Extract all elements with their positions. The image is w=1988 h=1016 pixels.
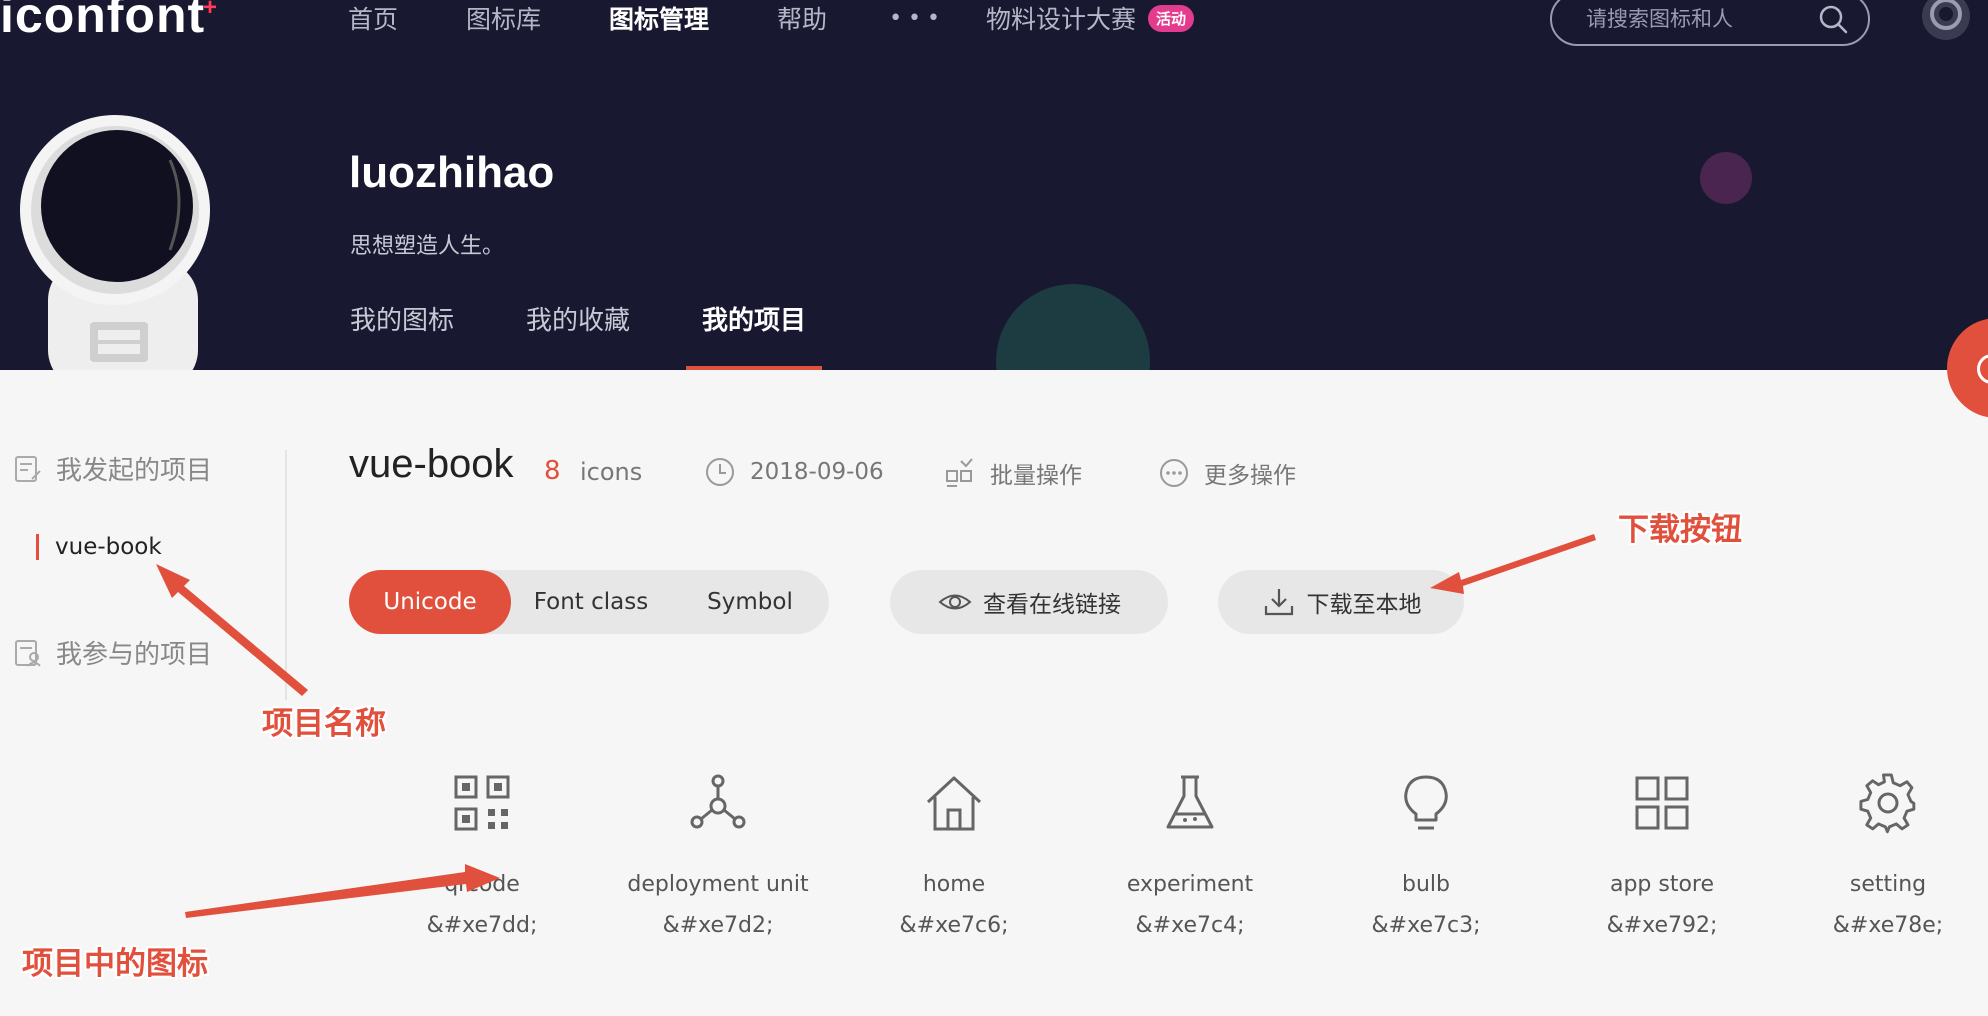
mode-font-class-button[interactable]: Font class (511, 570, 671, 634)
profile-motto: 思想塑造人生。 (350, 234, 505, 259)
nav-icon-library[interactable]: 图标库 (466, 0, 541, 36)
icon-card-bulb[interactable]: bulb &#xe7c3; (1326, 772, 1526, 938)
icon-name: setting (1849, 872, 1927, 897)
sidebar-divider (285, 450, 287, 700)
tab-my-favorites[interactable]: 我的收藏 (526, 300, 630, 337)
more-icon (1160, 459, 1188, 487)
qrcode-icon (454, 775, 510, 831)
icon-name: bulb (1402, 872, 1450, 897)
nav-icon-manage[interactable]: 图标管理 (609, 0, 709, 36)
decor-planet (1700, 152, 1752, 204)
profile-header: iconfont + 首页 图标库 图标管理 帮助 ••• 物料设计大赛 活动 … (0, 0, 1988, 370)
download-local-label: 下载至本地 (1306, 592, 1422, 618)
tab-my-icons[interactable]: 我的图标 (350, 300, 454, 337)
home-icon (926, 776, 982, 831)
icon-name: deployment unit (627, 872, 809, 897)
project-list-icon (15, 455, 41, 482)
search-input[interactable] (1586, 7, 1806, 31)
icon-code: &#xe7dd; (426, 913, 538, 938)
download-local-button[interactable]: 下载至本地 (1218, 570, 1464, 634)
annotation-download-button: 下载按钮 (1618, 512, 1742, 548)
icon-count-label: icons (580, 458, 643, 486)
sidebar-created-heading: 我发起的项目 (56, 456, 213, 486)
tab-my-projects[interactable]: 我的项目 (686, 300, 823, 370)
annotation-project-name: 项目名称 (262, 706, 386, 742)
logo-plus-mark: + (203, 0, 218, 21)
icon-code: &#xe7c4; (1135, 913, 1245, 938)
icon-card-experiment[interactable]: experiment &#xe7c4; (1090, 772, 1290, 938)
decor-planet (996, 284, 1150, 370)
icon-card-deployment-unit[interactable]: deployment unit &#xe7d2; (618, 772, 818, 938)
search-icon[interactable] (1816, 2, 1850, 36)
site-logo[interactable]: iconfont (0, 0, 205, 44)
app-store-icon (1635, 776, 1689, 830)
icon-card-app-store[interactable]: app store &#xe792; (1562, 772, 1762, 938)
icon-code: &#xe792; (1606, 913, 1718, 938)
nav-contest[interactable]: 物料设计大赛 活动 (986, 0, 1195, 36)
profile-username: luozhihao (349, 148, 555, 197)
batch-label: 批量操作 (990, 463, 1082, 489)
view-online-link-button[interactable]: 查看在线链接 (890, 570, 1168, 634)
project-date-text: 2018-09-06 (750, 459, 884, 485)
sidebar-joined-heading: 我参与的项目 (56, 640, 213, 670)
eye-icon (938, 594, 972, 610)
icon-code: &#xe7d2; (662, 913, 774, 938)
mode-unicode-button[interactable]: Unicode (349, 570, 511, 634)
view-online-link-label: 查看在线链接 (983, 592, 1121, 618)
icon-name: home (922, 872, 986, 897)
nav-home[interactable]: 首页 (348, 0, 398, 36)
user-avatar-icon[interactable] (1920, 0, 1972, 42)
astronaut-avatar (20, 115, 210, 370)
bulb-icon (1404, 775, 1448, 830)
icon-name: app store (1609, 872, 1715, 897)
sidebar-item-vue-book[interactable]: vue-book (36, 534, 162, 560)
icon-card-qrcode[interactable]: qrcode &#xe7dd; (382, 772, 582, 938)
top-nav: 首页 图标库 图标管理 帮助 ••• 物料设计大赛 活动 (348, 0, 1195, 36)
icon-card-setting[interactable]: setting &#xe78e; (1788, 772, 1988, 938)
icon-code: &#xe7c3; (1371, 913, 1481, 938)
icon-code: &#xe7c6; (899, 913, 1009, 938)
project-title: vue-book (349, 442, 514, 486)
mode-symbol-button[interactable]: Symbol (671, 570, 829, 634)
sidebar-project-label: vue-book (55, 534, 162, 560)
code-mode-switch: Unicode Font class Symbol (349, 570, 829, 634)
setting-icon (1859, 773, 1916, 834)
nav-help[interactable]: 帮助 (777, 0, 827, 36)
active-indicator (36, 534, 39, 560)
batch-operation-button[interactable]: 批量操作 (944, 456, 1082, 490)
nav-more-icon[interactable]: ••• (889, 6, 946, 31)
clock-icon (706, 458, 734, 486)
batch-icon (946, 458, 973, 487)
more-label: 更多操作 (1204, 463, 1296, 489)
icon-code: &#xe78e; (1832, 913, 1944, 938)
icon-name: experiment (1126, 872, 1254, 897)
download-icon (1264, 589, 1293, 616)
deployment-unit-icon (690, 774, 746, 829)
team-project-icon (15, 639, 41, 667)
icon-count: 8 (544, 456, 561, 486)
icon-name: qrcode (444, 872, 520, 897)
sidebar-joined-projects[interactable]: 我参与的项目 (12, 634, 212, 671)
activity-badge: 活动 (1148, 4, 1195, 32)
search-box (1550, 0, 1870, 46)
icon-card-home[interactable]: home &#xe7c6; (854, 772, 1054, 938)
annotation-project-icons: 项目中的图标 (22, 946, 208, 982)
nav-contest-label: 物料设计大赛 (986, 5, 1137, 34)
sidebar-created-projects[interactable]: 我发起的项目 (12, 450, 212, 487)
profile-tabs: 我的图标 我的收藏 我的项目 (350, 300, 878, 370)
more-operation-button[interactable]: 更多操作 (1158, 456, 1296, 490)
experiment-icon (1166, 775, 1214, 829)
project-date: 2018-09-06 (704, 456, 884, 488)
